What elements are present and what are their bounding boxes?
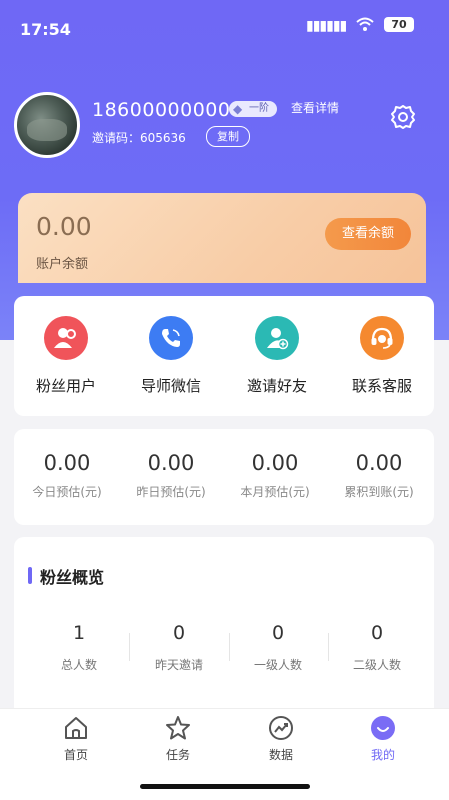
fan-value: 0: [370, 622, 384, 644]
fans-users-icon: [44, 316, 88, 360]
fan-value: 0: [172, 622, 186, 644]
menu-label: 邀请好友: [246, 377, 307, 395]
fans-overview-title: 粉丝概览: [40, 568, 105, 587]
status-time: 17:54: [20, 20, 71, 39]
tab-label: 首页: [63, 748, 88, 762]
stat-label: 本月预估(元): [240, 485, 310, 499]
home-icon: [63, 715, 89, 741]
stat-value: 0.00: [147, 451, 195, 475]
stat-value: 0.00: [251, 451, 299, 475]
stat-value: 0.00: [43, 451, 91, 475]
level-label: 一阶: [249, 103, 269, 114]
home-indicator[interactable]: [140, 784, 310, 789]
tab-label: 任务: [165, 748, 190, 762]
chart-icon: [268, 715, 294, 741]
stat-yesterday: 0.00 昨日预估(元): [122, 451, 220, 500]
fan-label: 昨天邀请: [154, 658, 203, 672]
balance-amount: 0.00: [36, 212, 92, 241]
stat-value: 0.00: [355, 451, 403, 475]
fan-total: 1 总人数: [29, 622, 129, 673]
quick-menu: 粉丝用户 导师微信 邀请好友 联系客服: [14, 296, 434, 416]
menu-label: 联系客服: [351, 377, 412, 395]
status-bar: 17:54 ▮▮▮▮▮▮ 70: [0, 0, 449, 58]
section-accent-bar: [28, 567, 32, 584]
profile-face-icon: [370, 715, 396, 741]
star-icon: [165, 715, 191, 741]
view-balance-button[interactable]: 查看余额: [325, 218, 411, 250]
signal-icon: ▮▮▮▮▮▮: [306, 18, 347, 34]
stat-label: 昨日预估(元): [136, 485, 206, 499]
fan-level-one: 0 一级人数: [228, 622, 328, 673]
view-detail-link[interactable]: 查看详情: [291, 99, 339, 116]
user-phone: 18600000000: [92, 99, 231, 121]
fan-label: 二级人数: [352, 658, 401, 672]
fan-label: 一级人数: [253, 658, 302, 672]
menu-item-fans[interactable]: 粉丝用户: [21, 316, 111, 396]
stat-month: 0.00 本月预估(元): [226, 451, 324, 500]
menu-label: 导师微信: [140, 377, 201, 395]
fan-value: 0: [271, 622, 285, 644]
tab-mine[interactable]: 我的: [343, 715, 423, 763]
menu-item-customer-service[interactable]: 联系客服: [337, 316, 427, 396]
battery-icon: 70: [384, 17, 414, 32]
tab-data[interactable]: 数据: [241, 715, 321, 763]
stat-today: 0.00 今日预估(元): [18, 451, 116, 500]
tab-label: 我的: [370, 748, 395, 762]
balance-label: 账户余额: [36, 257, 89, 272]
add-friend-icon: [255, 316, 299, 360]
diamond-icon: ◆: [233, 102, 243, 116]
menu-label: 粉丝用户: [35, 377, 96, 395]
earnings-stats: 0.00 今日预估(元) 0.00 昨日预估(元) 0.00 本月预估(元) 0…: [14, 429, 434, 525]
tab-label: 数据: [268, 748, 293, 762]
wifi-icon: [356, 17, 374, 35]
level-badge: ◆ 一阶: [229, 101, 277, 117]
tab-home[interactable]: 首页: [36, 715, 116, 763]
fan-label: 总人数: [60, 658, 97, 672]
menu-item-mentor-wechat[interactable]: 导师微信: [126, 316, 216, 396]
stat-label: 累积到账(元): [344, 485, 414, 499]
settings-gear-icon[interactable]: [390, 104, 416, 130]
menu-item-invite-friends[interactable]: 邀请好友: [232, 316, 322, 396]
tab-tasks[interactable]: 任务: [138, 715, 218, 763]
headset-icon: [360, 316, 404, 360]
invite-code: 邀请码：605636: [92, 131, 186, 145]
fan-yesterday-invited: 0 昨天邀请: [129, 622, 229, 673]
fan-value: 1: [72, 622, 86, 644]
fans-overview-card: 粉丝概览 1 总人数 0 昨天邀请 0 一级人数 0 二级人数: [14, 537, 434, 717]
phone-icon: [149, 316, 193, 360]
copy-button[interactable]: 复制: [206, 126, 250, 147]
avatar[interactable]: [14, 92, 80, 158]
stat-total-received: 0.00 累积到账(元): [330, 451, 428, 500]
fan-level-two: 0 二级人数: [327, 622, 427, 673]
stat-label: 今日预估(元): [32, 485, 102, 499]
